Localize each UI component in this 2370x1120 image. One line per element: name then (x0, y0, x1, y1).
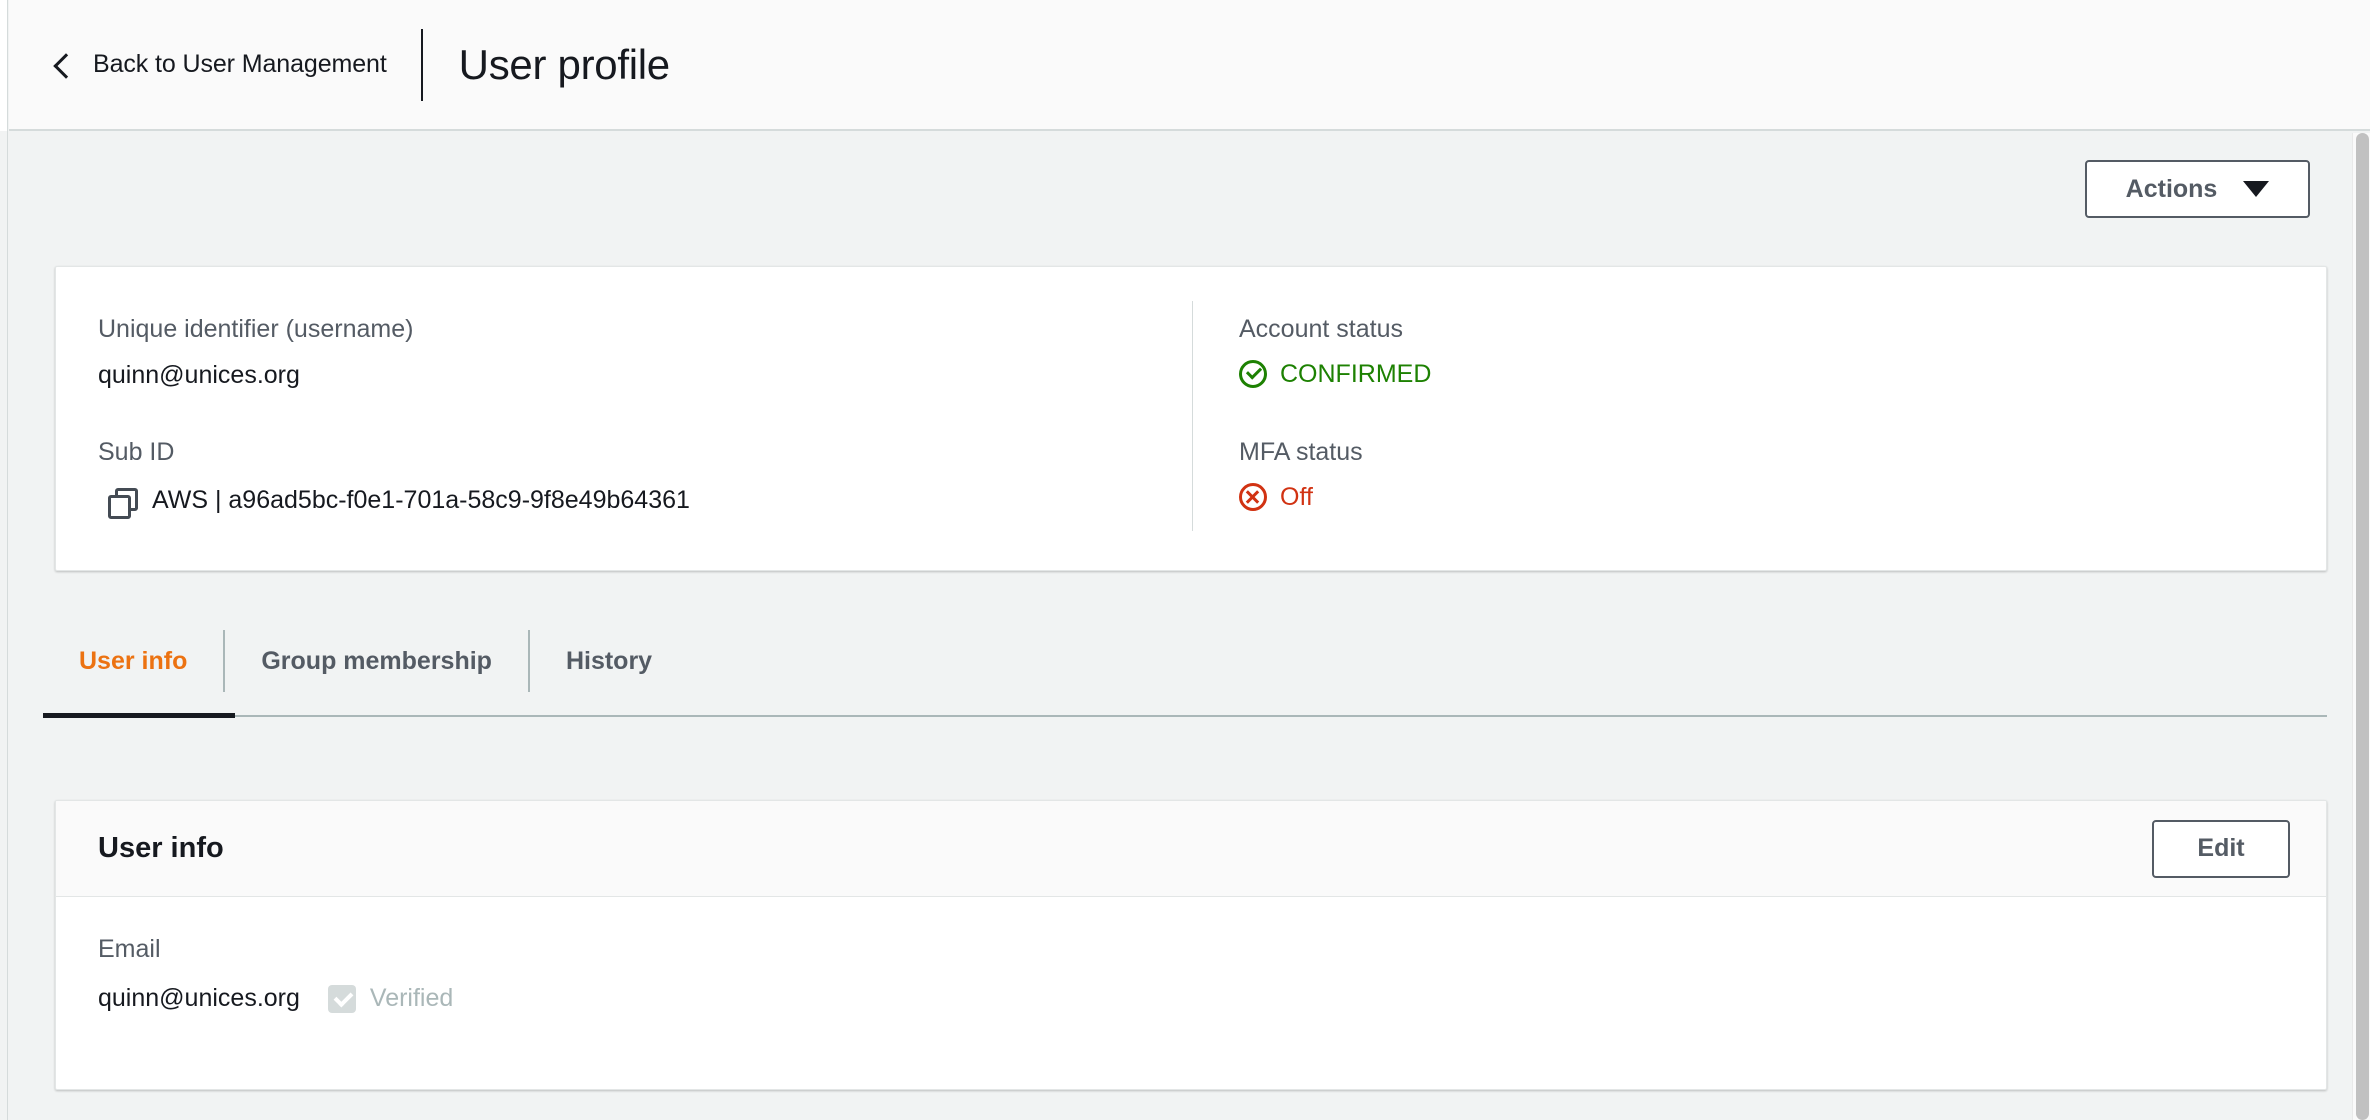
header-divider (420, 28, 423, 101)
field-mfa-status: MFA status Off (1239, 440, 2326, 511)
user-profile-page: Back to User Management User profile Act… (0, 0, 2370, 1120)
status-success-icon (1239, 360, 1267, 388)
status-error-icon (1239, 483, 1267, 511)
email-label: Email (98, 935, 161, 963)
user-info-panel-body: Email quinn@unices.org Verified (56, 897, 2326, 1013)
page-title: User profile (458, 40, 670, 88)
user-info-panel-title: User info (98, 832, 224, 864)
sub-id-row: AWS | a96ad5bc-f0e1-701a-58c9-9f8e49b643… (108, 486, 1191, 519)
field-sub-id: Sub ID AWS | a96ad5bc-f0e1-701a-58c9-9f8… (98, 438, 1191, 519)
field-account-status: Account status CONFIRMED (1239, 317, 2326, 388)
email-verified-group: Verified (327, 984, 454, 1013)
summary-right-column: Account status CONFIRMED MFA status Off (1191, 267, 2326, 570)
user-info-panel: User info Edit Email quinn@unices.org Ve… (55, 800, 2327, 1090)
unique-identifier-value: quinn@unices.org (98, 361, 300, 389)
actions-button-label: Actions (2125, 174, 2218, 203)
edit-button[interactable]: Edit (2152, 819, 2290, 878)
page-header: Back to User Management User profile (9, 0, 2370, 131)
unique-identifier-label: Unique identifier (username) (98, 315, 414, 343)
page-content: Actions Unique identifier (username) qui… (9, 133, 2352, 1120)
account-status-row: CONFIRMED (1239, 360, 2326, 388)
verified-label: Verified (369, 984, 454, 1012)
tab-underline-track (43, 715, 2327, 717)
actions-button[interactable]: Actions (2085, 160, 2310, 218)
copy-icon[interactable] (108, 487, 138, 519)
app-left-edge-lower (0, 131, 8, 1120)
email-value: quinn@unices.org (98, 984, 300, 1012)
tab-group-membership[interactable]: Group membership (225, 605, 528, 717)
verified-checkbox (327, 984, 356, 1013)
account-status-label: Account status (1239, 315, 1403, 343)
back-link-label: Back to User Management (93, 50, 387, 78)
vertical-scrollbar-track[interactable] (2352, 133, 2370, 1120)
mfa-status-value: Off (1280, 482, 1313, 511)
user-summary-card: Unique identifier (username) quinn@unice… (55, 266, 2327, 571)
tab-history-label: History (565, 646, 653, 675)
sub-id-value: AWS | a96ad5bc-f0e1-701a-58c9-9f8e49b643… (152, 486, 690, 514)
sub-id-label: Sub ID (98, 438, 175, 466)
back-to-user-management-link[interactable]: Back to User Management (49, 50, 421, 79)
chevron-left-icon (49, 52, 75, 78)
mfa-status-label: MFA status (1239, 438, 1363, 466)
tab-user-info-label: User info (79, 646, 188, 675)
tab-user-info[interactable]: User info (43, 605, 223, 717)
account-status-value: CONFIRMED (1280, 359, 1432, 388)
tab-history[interactable]: History (530, 605, 688, 717)
tab-bar: User info Group membership History (43, 605, 2327, 723)
vertical-scrollbar-thumb[interactable] (2356, 133, 2369, 1120)
tab-active-indicator (43, 713, 235, 718)
user-info-panel-header: User info Edit (56, 801, 2326, 897)
summary-left-column: Unique identifier (username) quinn@unice… (56, 267, 1191, 570)
field-unique-identifier: Unique identifier (username) quinn@unice… (98, 317, 1191, 388)
email-row: quinn@unices.org Verified (98, 984, 2326, 1013)
tab-list: User info Group membership History (43, 605, 2327, 717)
tab-group-membership-label: Group membership (261, 646, 492, 675)
caret-down-icon (2243, 181, 2270, 197)
mfa-status-row: Off (1239, 483, 2326, 511)
